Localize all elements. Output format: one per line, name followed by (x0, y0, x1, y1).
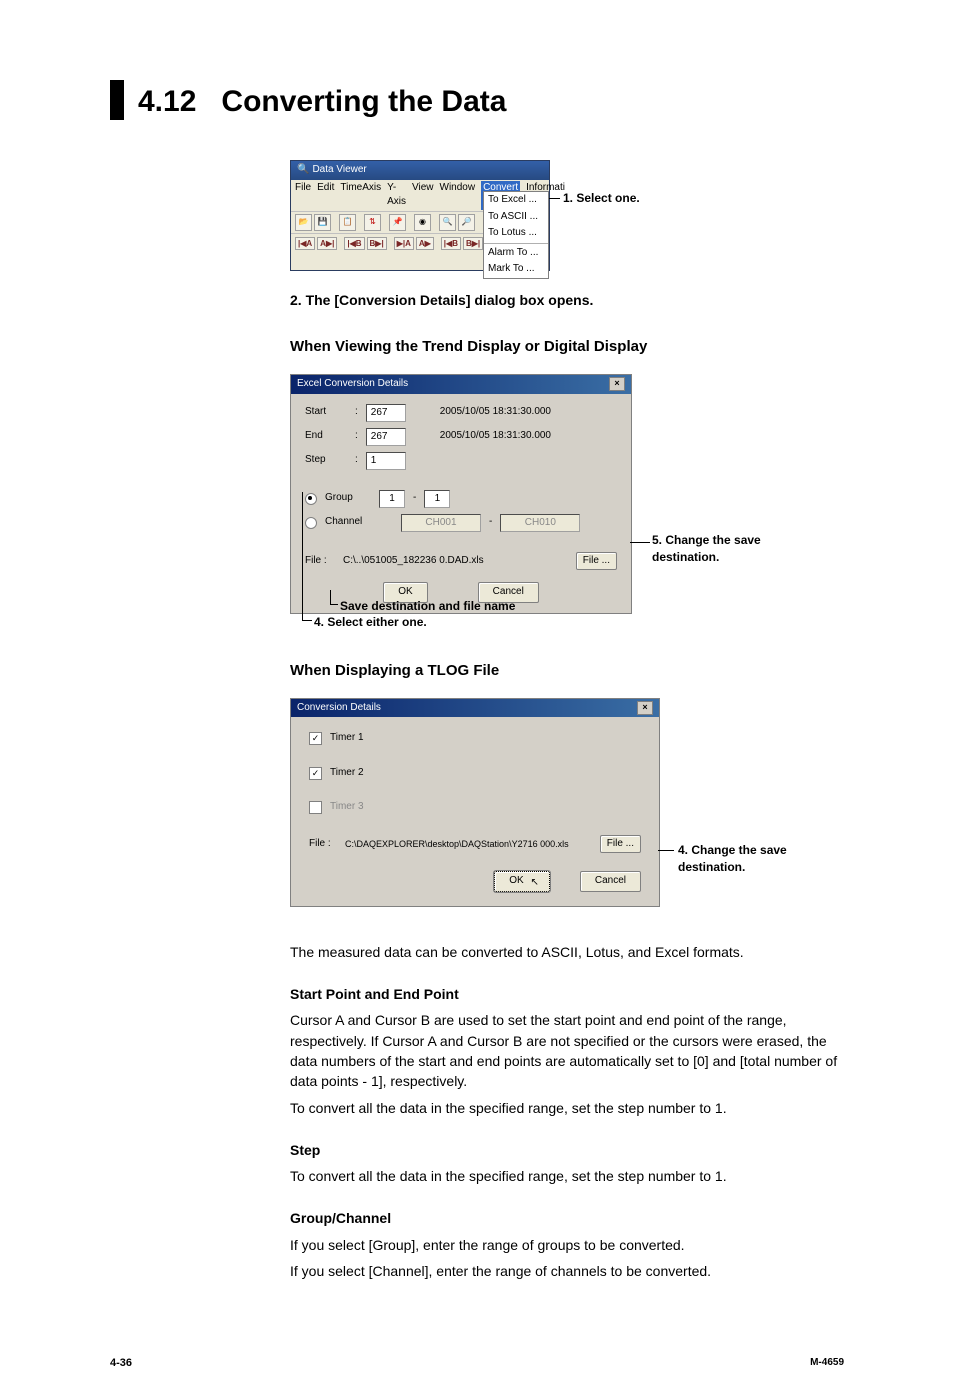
nav-b-in[interactable]: |◀B (441, 237, 461, 251)
heading-step: Step (290, 1140, 844, 1160)
menu-to-ascii[interactable]: To ASCII ... (484, 209, 548, 226)
channel-from: CH001 (401, 514, 481, 532)
para-group: If you select [Group], enter the range o… (290, 1235, 844, 1255)
end-input[interactable]: 267 (366, 428, 406, 446)
cancel-button[interactable]: Cancel (580, 871, 641, 892)
para-step: To convert all the data in the specified… (290, 1166, 844, 1186)
convert-dropdown: To Excel ... To ASCII ... To Lotus ... A… (483, 191, 549, 279)
callout-save-name: Save destination and file name (340, 598, 515, 615)
step-input[interactable]: 1 (366, 452, 406, 470)
dialog-title: Conversion Details (297, 701, 381, 716)
timer3-label: Timer 3 (330, 800, 364, 815)
callout-change-save: 5. Change the save destination. (652, 532, 802, 567)
section-number: 4.12 (138, 85, 196, 118)
ok-button[interactable]: OK ↖ (494, 871, 550, 892)
excel-conversion-dialog: Excel Conversion Details × Start: 267 20… (290, 374, 632, 614)
timer1-label: Timer 1 (330, 731, 364, 746)
nav-last-a[interactable]: A▶| (317, 237, 337, 251)
timer2-label: Timer 2 (330, 766, 364, 781)
open-icon[interactable]: 📂 (295, 214, 312, 231)
file-label: File : (309, 837, 337, 852)
menu-to-lotus[interactable]: To Lotus ... (484, 225, 548, 242)
save-icon[interactable]: 💾 (314, 214, 331, 231)
channel-radio[interactable] (305, 517, 317, 529)
page-number: 4-36 (110, 1357, 132, 1369)
copy-icon[interactable]: 📋 (339, 214, 356, 231)
heading-trend-display: When Viewing the Trend Display or Digita… (290, 336, 844, 358)
dialog-title: Excel Conversion Details (297, 377, 408, 392)
callout-select-either: 4. Select either one. (314, 614, 427, 631)
timer1-checkbox[interactable]: ✓ (309, 732, 322, 745)
start-timestamp: 2005/10/05 18:31:30.000 (440, 405, 551, 420)
target-icon[interactable]: ◉ (414, 214, 431, 231)
pin-icon[interactable]: 📌 (389, 214, 406, 231)
nav-a-out[interactable]: A▶ (416, 237, 434, 251)
timer3-checkbox[interactable] (309, 801, 322, 814)
channel-label: Channel (325, 515, 371, 530)
heading-group-channel: Group/Channel (290, 1208, 844, 1228)
para-startend-1: Cursor A and Cursor B are used to set th… (290, 1010, 844, 1091)
doc-id: M-4659 (810, 1357, 844, 1369)
menu-to-excel[interactable]: To Excel ... (484, 192, 548, 209)
zoom-in-icon[interactable]: 🔍 (439, 214, 456, 231)
group-label: Group (325, 491, 371, 506)
zoom-out-icon[interactable]: 🔎 (458, 214, 475, 231)
menu-alarm-to[interactable]: Alarm To ... (484, 245, 548, 262)
callout-select-one: 1. Select one. (563, 190, 640, 207)
group-radio[interactable] (305, 493, 317, 505)
section-title: Converting the Data (221, 85, 506, 118)
para-startend-2: To convert all the data in the specified… (290, 1098, 844, 1118)
nav-last-b[interactable]: B▶| (367, 237, 387, 251)
file-path: C:\..\051005_182236 0.DAD.xls (343, 554, 568, 569)
close-icon[interactable]: × (637, 701, 653, 715)
channel-to: CH010 (500, 514, 580, 532)
timer2-checkbox[interactable]: ✓ (309, 767, 322, 780)
file-button[interactable]: File ... (576, 552, 617, 571)
cursor-icon: ↖ (530, 877, 538, 888)
axis-icon[interactable]: ⇅ (364, 214, 381, 231)
nav-b-out[interactable]: B▶| (463, 237, 483, 251)
end-label: End (305, 429, 347, 444)
close-icon[interactable]: × (609, 377, 625, 391)
group-from-input[interactable]: 1 (379, 490, 405, 508)
nav-first-b[interactable]: |◀B (344, 237, 364, 251)
menu-mark-to[interactable]: Mark To ... (484, 261, 548, 278)
step-label: Step (305, 453, 347, 468)
nav-first-a[interactable]: |◀A (295, 237, 315, 251)
callout-change-save: 4. Change the save destination. (678, 842, 828, 877)
start-input[interactable]: 267 (366, 404, 406, 422)
file-path: C:\DAQEXPLORER\desktop\DAQStation\Y2716 … (345, 838, 592, 851)
group-to-input[interactable]: 1 (424, 490, 450, 508)
end-timestamp: 2005/10/05 18:31:30.000 (440, 429, 551, 444)
file-label: File : (305, 554, 335, 569)
heading-start-end: Start Point and End Point (290, 984, 844, 1004)
tlog-conversion-dialog: Conversion Details × ✓ Timer 1 ✓ Timer 2… (290, 698, 660, 907)
para-channel: If you select [Channel], enter the range… (290, 1261, 844, 1281)
nav-a-right[interactable]: ▶|A (394, 237, 414, 251)
start-label: Start (305, 405, 347, 420)
file-button[interactable]: File ... (600, 835, 641, 854)
step-2: 2. The [Conversion Details] dialog box o… (290, 290, 844, 310)
window-titlebar: 🔍Data Viewer (291, 161, 549, 180)
heading-tlog: When Displaying a TLOG File (290, 660, 844, 682)
data-viewer-window: 🔍Data Viewer File Edit TimeAxis Y-Axis V… (290, 160, 550, 271)
para-formats: The measured data can be converted to AS… (290, 942, 844, 962)
